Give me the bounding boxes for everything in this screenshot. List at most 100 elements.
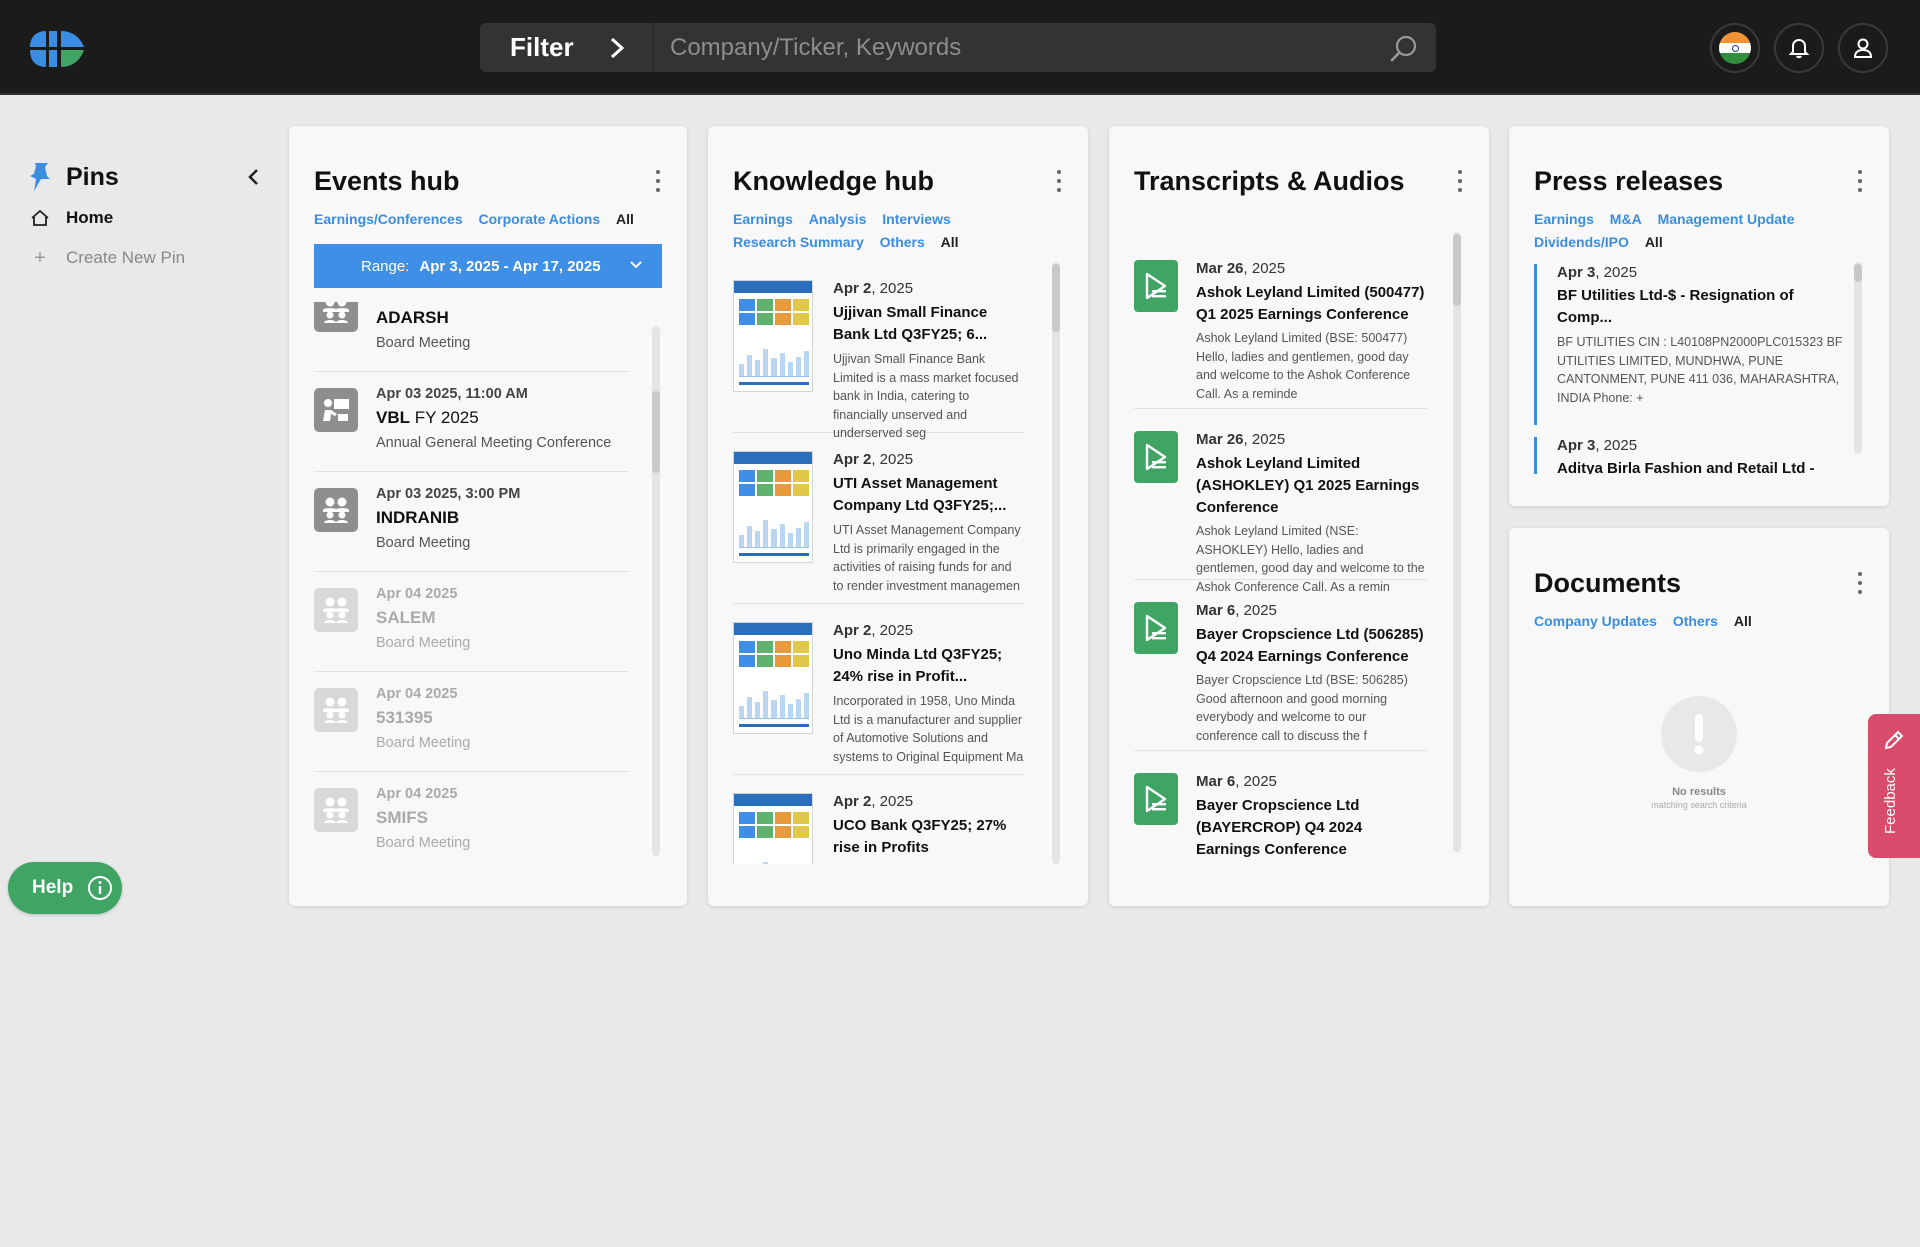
event-name: VBL FY 2025	[376, 408, 479, 427]
user-menu-button[interactable]	[1838, 23, 1888, 73]
card-title: Transcripts & Audios	[1134, 166, 1405, 196]
date-range-dropdown[interactable]: Range: Apr 3, 2025 - Apr 17, 2025	[314, 244, 662, 288]
conference-icon	[314, 388, 358, 432]
item-date: Mar 6, 2025	[1196, 773, 1277, 790]
tab-management-update[interactable]: Management Update	[1658, 211, 1795, 227]
event-item[interactable]: Apr 04 2025 SMIFS Board Meeting	[314, 772, 629, 856]
press-releases-card: Press releases Earnings M&A Management U…	[1509, 126, 1889, 506]
item-title[interactable]: UTI Asset Management Company Ltd Q3FY25;…	[833, 473, 1025, 517]
item-date: Mar 26, 2025	[1196, 431, 1286, 448]
item-title[interactable]: BF Utilities Ltd-$ - Resignation of Comp…	[1557, 285, 1844, 329]
tab-m-and-a[interactable]: M&A	[1610, 211, 1642, 227]
tab-all[interactable]: All	[616, 211, 634, 227]
event-item[interactable]: Apr 03 2025ADARSHBoard Meeting	[314, 302, 629, 372]
more-options-icon[interactable]	[1857, 170, 1863, 192]
tab-others[interactable]: Others	[1673, 613, 1718, 629]
knowledge-item[interactable]: Apr 2, 2025 Uno Minda Ltd Q3FY25; 24% ris…	[733, 604, 1025, 775]
item-description: Bayer Cropscience Ltd (BSE: 506285) Good…	[1196, 673, 1408, 743]
pins-title: Pins	[66, 162, 119, 191]
plus-icon: +	[34, 246, 46, 269]
event-item[interactable]: Apr 03 2025, 3:00 PM INDRANIB Board Meetin…	[314, 472, 629, 572]
events-list: Apr 03 2025ADARSHBoard MeetingApr 03 202…	[314, 302, 629, 856]
item-title[interactable]: Uno Minda Ltd Q3FY25; 24% rise in Profit…	[833, 644, 1025, 688]
transcript-item[interactable]: Mar 6, 2025 Bayer Cropscience Ltd (506285…	[1134, 580, 1427, 751]
more-options-icon[interactable]	[1056, 170, 1062, 192]
press-item[interactable]: Apr 3, 2025 BF Utilities Ltd-$ - Resignat…	[1534, 264, 1844, 425]
filter-button[interactable]: Filter	[480, 23, 652, 72]
app-logo[interactable]	[28, 29, 90, 69]
tab-research-summary[interactable]: Research Summary	[733, 234, 864, 250]
tab-corporate-actions[interactable]: Corporate Actions	[479, 211, 601, 227]
item-title[interactable]: Bayer Cropscience Ltd (506285) Q4 2024 E…	[1196, 624, 1427, 668]
event-item[interactable]: Apr 04 2025 SALEM Board Meeting	[314, 572, 629, 672]
events-scrollbar[interactable]	[652, 326, 660, 856]
tab-earnings[interactable]: Earnings	[1534, 211, 1594, 227]
transcript-doc-icon	[1134, 260, 1178, 312]
item-title[interactable]: Ashok Leyland Limited (500477) Q1 2025 E…	[1196, 282, 1427, 326]
transcript-item[interactable]: Mar 6, 2025 Bayer Cropscience Ltd (BAYERC…	[1134, 751, 1427, 862]
knowledge-item[interactable]: Apr 2, 2025 UCO Bank Q3FY25; 27% rise in …	[733, 775, 1025, 864]
item-title[interactable]: Aditya Birla Fashion and Retail Ltd -	[1557, 458, 1844, 474]
transcript-item[interactable]: Mar 26, 2025 Ashok Leyland Limited (ASHOK…	[1134, 409, 1427, 594]
info-icon	[88, 876, 113, 900]
item-description: UCO Bank is a commercial bank providing	[833, 863, 1025, 864]
event-name: 531395	[376, 708, 433, 727]
knowledge-item[interactable]: Apr 2, 2025 Ujjivan Small Finance Bank Lt…	[733, 262, 1025, 440]
filter-label: Filter	[510, 32, 574, 62]
user-icon	[1853, 38, 1873, 58]
item-title[interactable]: UCO Bank Q3FY25; 27% rise in Profits	[833, 815, 1025, 859]
event-type: Board Meeting	[376, 335, 471, 351]
help-button[interactable]: Help	[8, 862, 122, 914]
press-scrollbar[interactable]	[1854, 262, 1862, 454]
pins-header: Pins	[28, 158, 264, 196]
country-selector[interactable]	[1710, 23, 1760, 73]
search-input[interactable]	[654, 23, 1436, 72]
notifications-button[interactable]	[1774, 23, 1824, 73]
meeting-icon	[314, 788, 358, 832]
event-type: Board Meeting	[376, 835, 471, 851]
bell-icon	[1788, 38, 1810, 59]
sidebar-item-create-pin[interactable]: + Create New Pin	[28, 240, 264, 276]
meeting-icon	[314, 688, 358, 732]
more-options-icon[interactable]	[655, 170, 661, 192]
tab-interviews[interactable]: Interviews	[882, 211, 950, 227]
transcripts-scrollbar[interactable]	[1453, 232, 1461, 852]
item-date: Apr 2, 2025	[833, 622, 914, 639]
item-date: Apr 3, 2025	[1557, 437, 1638, 454]
event-type: Annual General Meeting Conference	[376, 435, 612, 451]
feedback-button[interactable]: Feedback	[1868, 714, 1920, 858]
more-options-icon[interactable]	[1457, 170, 1463, 192]
search-icon[interactable]	[1390, 34, 1418, 62]
tab-earnings-conferences[interactable]: Earnings/Conferences	[314, 211, 463, 227]
sidebar: Pins Home + Create New Pin	[28, 158, 264, 276]
knowledge-scrollbar[interactable]	[1052, 262, 1060, 864]
event-type: Board Meeting	[376, 635, 471, 651]
item-title[interactable]: Bayer Cropscience Ltd (BAYERCROP) Q4 202…	[1196, 795, 1427, 861]
tab-all[interactable]: All	[941, 234, 959, 250]
event-name: ADARSH	[376, 308, 449, 327]
feedback-label: Feedback	[1882, 768, 1899, 834]
knowledge-item[interactable]: Apr 2, 2025 UTI Asset Management Company …	[733, 433, 1025, 604]
tab-dividends-ipo[interactable]: Dividends/IPO	[1534, 234, 1629, 250]
report-thumbnail	[733, 793, 813, 864]
item-title[interactable]: Ujjivan Small Finance Bank Ltd Q3FY25; 6…	[833, 302, 1025, 346]
item-title[interactable]: Ashok Leyland Limited (ASHOKLEY) Q1 2025…	[1196, 453, 1427, 519]
press-item[interactable]: Apr 3, 2025 Aditya Birla Fashion and Reta…	[1534, 437, 1844, 474]
event-item[interactable]: Apr 03 2025, 11:00 AM VBL FY 2025 Annual G…	[314, 372, 629, 472]
range-label: Range:	[361, 257, 410, 275]
tab-others[interactable]: Others	[880, 234, 925, 250]
tab-company-updates[interactable]: Company Updates	[1534, 613, 1657, 629]
transcript-item[interactable]: Mar 26, 2025 Ashok Leyland Limited (50047…	[1134, 238, 1427, 409]
more-options-icon[interactable]	[1857, 572, 1863, 594]
event-type: Board Meeting	[376, 535, 471, 551]
tab-analysis[interactable]: Analysis	[809, 211, 867, 227]
item-date: Apr 3, 2025	[1557, 264, 1638, 281]
sidebar-item-home[interactable]: Home	[28, 200, 264, 236]
tab-all[interactable]: All	[1734, 613, 1752, 629]
meeting-icon	[314, 302, 358, 332]
tab-all[interactable]: All	[1645, 234, 1663, 250]
tab-earnings[interactable]: Earnings	[733, 211, 793, 227]
event-item[interactable]: Apr 04 2025 531395 Board Meeting	[314, 672, 629, 772]
chevron-left-icon[interactable]	[244, 167, 264, 187]
events-hub-card: Events hub Earnings/Conferences Corporat…	[289, 126, 687, 906]
